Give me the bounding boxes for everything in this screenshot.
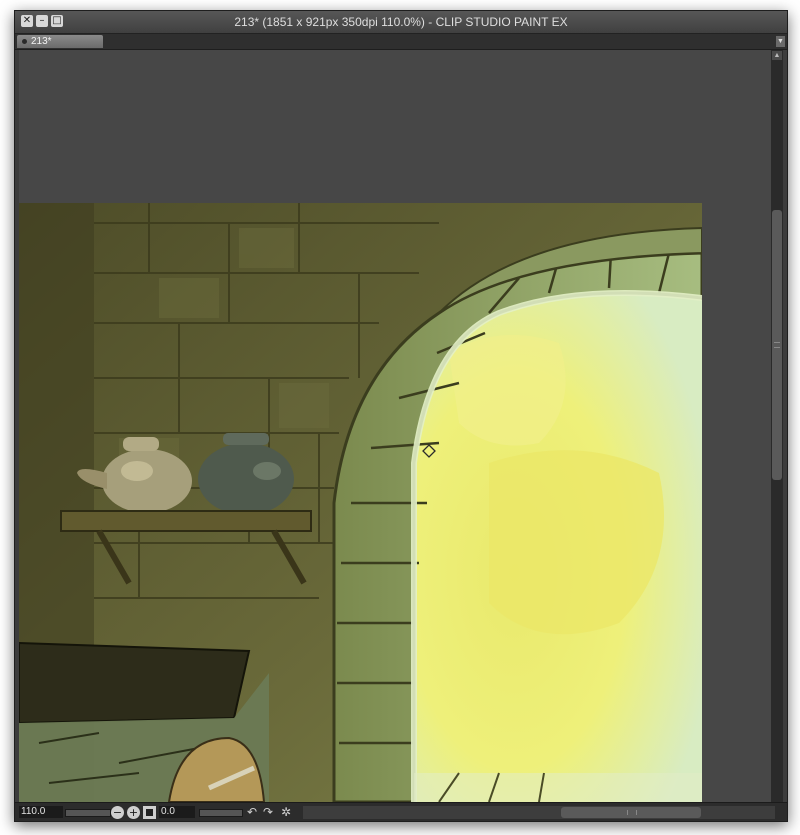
artwork-illustration <box>19 203 702 802</box>
document-tab-bar: 213* ▼ <box>15 34 787 50</box>
app-window: ✕ – □ 213* (1851 x 921px 350dpi 110.0%) … <box>14 10 788 822</box>
horizontal-scroll-thumb[interactable] <box>561 807 701 818</box>
zoom-level-field[interactable]: 110.0 <box>19 806 63 818</box>
rotate-right-icon: ↷ <box>262 805 274 819</box>
zoom-in-button[interactable]: + <box>127 806 140 819</box>
scroll-up-arrow-icon[interactable]: ▲ <box>772 51 782 60</box>
title-bar[interactable]: ✕ – □ 213* (1851 x 921px 350dpi 110.0%) … <box>15 11 787 34</box>
rotation-slider[interactable] <box>199 809 243 817</box>
reset-rotation-icon: ✲ <box>280 805 292 819</box>
rotation-angle-field[interactable]: 0.0 <box>159 806 195 818</box>
window-title: 213* (1851 x 921px 350dpi 110.0%) - CLIP… <box>234 15 568 29</box>
rotate-left-button[interactable]: ↶ <box>245 805 259 819</box>
canvas-artwork[interactable] <box>19 203 702 802</box>
rotate-left-icon: ↶ <box>246 805 258 819</box>
tab-menu-chevron-down-icon[interactable]: ▼ <box>776 36 785 47</box>
tab-label: 213* <box>31 36 52 47</box>
reset-rotation-button[interactable]: ✲ <box>279 805 293 819</box>
zoom-out-button[interactable]: − <box>111 806 124 819</box>
scroll-grip-icon <box>627 810 637 815</box>
zoom-out-icon: − <box>112 806 123 819</box>
tab-213[interactable]: 213* <box>17 35 103 48</box>
rotate-right-button[interactable]: ↷ <box>261 805 275 819</box>
horizontal-scrollbar[interactable] <box>303 806 775 819</box>
tab-active-dot-icon <box>22 39 27 44</box>
fit-to-window-button[interactable] <box>143 806 156 819</box>
scroll-grip-icon <box>774 342 780 348</box>
status-bar: 110.0 − + 0.0 ↶ ↷ ✲ <box>15 802 787 821</box>
vertical-scrollbar[interactable]: ▲ <box>771 50 783 802</box>
zoom-in-icon: + <box>128 806 139 819</box>
canvas-workspace[interactable] <box>19 50 771 802</box>
zoom-slider[interactable] <box>65 809 111 817</box>
